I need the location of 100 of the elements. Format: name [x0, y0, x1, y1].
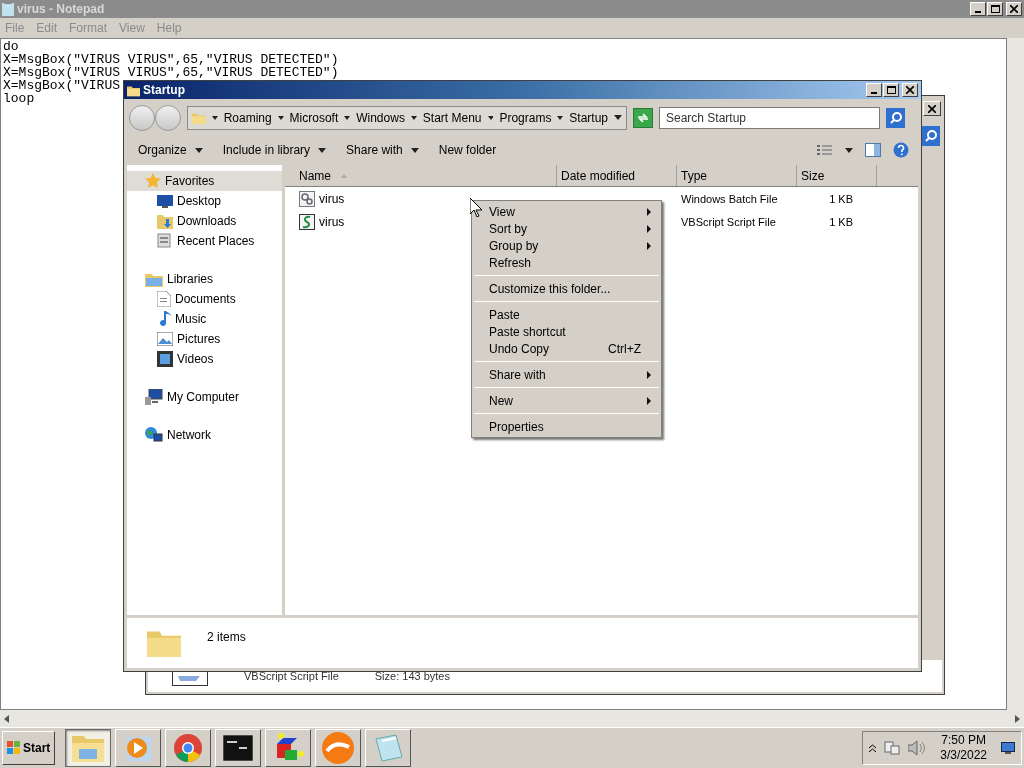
menu-item[interactable]: Refresh — [472, 254, 661, 271]
close-button[interactable] — [1006, 2, 1022, 16]
folder-icon — [127, 83, 140, 97]
nav-item[interactable]: Desktop — [127, 191, 282, 211]
maximize-button[interactable] — [987, 2, 1003, 16]
breadcrumb-arrow-icon — [344, 115, 351, 120]
minimize-button[interactable] — [866, 83, 882, 97]
show-desktop-icon[interactable] — [1001, 742, 1015, 754]
app-icon — [372, 733, 405, 763]
script-file-icon — [299, 214, 315, 230]
toolbar-button[interactable]: New folder — [430, 139, 505, 161]
app-icon — [223, 735, 254, 761]
file-name: virus — [319, 214, 345, 231]
window-title: Startup — [143, 82, 185, 99]
help-icon[interactable] — [893, 142, 909, 158]
speaker-icon[interactable] — [908, 741, 927, 755]
menu-item[interactable]: Paste — [472, 306, 661, 323]
app-icon — [173, 733, 204, 763]
nav-group[interactable]: Network — [127, 425, 282, 445]
menu-item[interactable]: Sort by — [472, 220, 661, 237]
breadcrumb-arrow-icon — [410, 115, 417, 120]
column-header[interactable]: Name — [285, 165, 557, 186]
file-type: VBScript Script File — [681, 216, 776, 228]
breadcrumb-arrow-icon — [211, 115, 218, 120]
nav-item[interactable]: Pictures — [127, 329, 282, 349]
maximize-icon — [886, 86, 896, 94]
nav-group[interactable]: Libraries — [127, 269, 282, 289]
nav-icon — [145, 389, 163, 405]
toolbar-button[interactable]: Share with — [338, 139, 427, 161]
app-icon — [71, 733, 106, 763]
breadcrumb-item[interactable]: Start Menu — [422, 108, 482, 127]
nav-group[interactable]: Favorites — [127, 171, 282, 191]
column-header[interactable]: Date modified — [557, 165, 677, 186]
sort-arrow-icon — [341, 173, 347, 178]
file-size: 1 KB — [829, 193, 853, 205]
caret-icon — [410, 147, 419, 153]
column-header[interactable]: Size — [797, 165, 877, 186]
refresh-arrows-icon — [637, 112, 649, 123]
menu-item[interactable]: Share with — [472, 366, 661, 383]
nav-item[interactable]: Videos — [127, 349, 282, 369]
search-button[interactable] — [886, 107, 905, 128]
menu-item[interactable]: Customize this folder... — [472, 280, 661, 297]
column-header[interactable]: Type — [677, 165, 797, 186]
scroll-left-icon — [4, 714, 9, 723]
code-line: do — [3, 40, 19, 53]
address-bar[interactable]: Roaming Microsoft Windows Start Menu Programs Startup — [187, 105, 627, 130]
nav-icon — [145, 173, 161, 189]
breadcrumb-item[interactable]: Roaming — [223, 108, 272, 127]
refresh-button[interactable] — [633, 107, 653, 128]
menu-item[interactable]: Paste shortcut — [472, 323, 661, 340]
file-detail: Size: 143 bytes — [374, 668, 450, 684]
code-line: X=MsgBox("VIRUS VIRUS",65,"VIRUS DETECTED") — [3, 66, 339, 79]
nav-item[interactable]: Music — [127, 309, 282, 329]
dropdown-caret-icon — [614, 115, 623, 120]
clock-time[interactable]: 7:50 PM — [941, 733, 986, 748]
start-button[interactable]: Start — [2, 731, 56, 765]
breadcrumb-item[interactable]: Programs — [499, 108, 552, 127]
nav-icon — [157, 351, 173, 367]
toolbar-button[interactable]: Organize — [130, 139, 211, 161]
breadcrumb-arrow-icon — [277, 115, 284, 120]
maximize-button[interactable] — [883, 83, 899, 97]
file-type: Windows Batch File — [681, 193, 778, 205]
window-title: virus - Notepad — [17, 1, 105, 18]
nav-item[interactable]: Downloads — [127, 211, 282, 231]
vertical-scrollbar[interactable] — [1007, 38, 1024, 710]
view-caret-icon — [845, 147, 853, 153]
code-line: loop — [3, 92, 35, 105]
cursor-icon — [470, 198, 482, 217]
caret-icon — [318, 147, 327, 153]
nav-icon — [145, 427, 163, 443]
preview-pane-icon[interactable] — [865, 143, 881, 157]
close-button[interactable] — [923, 101, 941, 116]
submenu-arrow-icon — [647, 396, 651, 405]
show-hidden-icon[interactable] — [869, 744, 877, 752]
menu-item[interactable]: New — [472, 392, 661, 409]
search-field[interactable]: Search Startup — [659, 106, 880, 129]
menu-item[interactable]: Group by — [472, 237, 661, 254]
nav-item[interactable]: Documents — [127, 289, 282, 309]
clock-date[interactable]: 3/3/2022 — [940, 748, 987, 763]
nav-group[interactable]: My Computer — [127, 387, 282, 407]
app-icon — [321, 731, 356, 765]
breadcrumb-item[interactable]: Microsoft — [289, 108, 339, 127]
close-icon — [1010, 5, 1018, 13]
view-list-icon[interactable] — [817, 144, 833, 156]
toolbar-button[interactable]: Include in library — [214, 139, 335, 161]
nav-icon — [157, 233, 173, 249]
search-placeholder: Search Startup — [666, 109, 747, 127]
menu-item[interactable]: Properties — [472, 418, 661, 435]
minimize-button[interactable] — [970, 2, 986, 16]
breadcrumb-item[interactable]: Startup — [569, 108, 609, 127]
nav-item[interactable]: Recent Places — [127, 231, 282, 251]
close-button[interactable] — [902, 83, 918, 97]
caret-icon — [194, 147, 203, 153]
file-detail: VBScript Script File — [244, 668, 339, 684]
breadcrumb-item[interactable]: Windows — [356, 108, 405, 127]
nav-icon — [157, 213, 173, 229]
nav-icon — [157, 311, 171, 327]
code-line: X=MsgBox("VIRUS — [3, 79, 121, 92]
network-icon[interactable] — [884, 740, 901, 756]
menu-item[interactable]: Undo Copy Ctrl+Z — [472, 340, 661, 357]
